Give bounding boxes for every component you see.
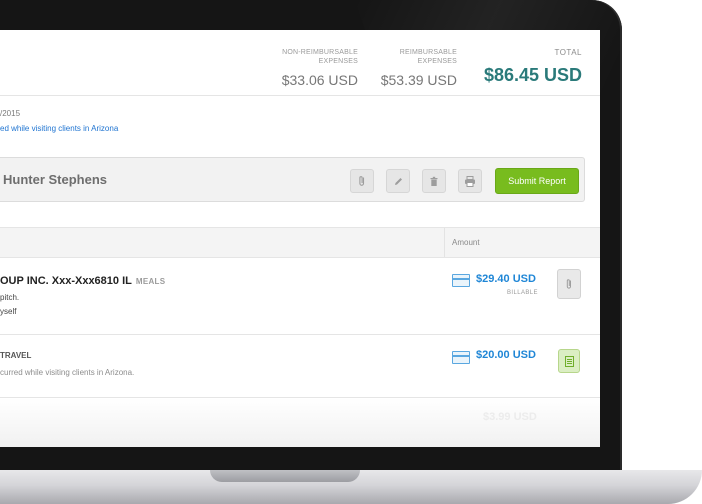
expense-comment-line-1: curred while visiting clients in Arizona… (0, 368, 135, 377)
print-button[interactable] (458, 169, 482, 193)
attach-button[interactable] (350, 169, 374, 193)
non-reimbursable-label-2: EXPENSES (318, 58, 358, 65)
amount-column-header[interactable]: Amount (452, 238, 480, 247)
report-toolbar: Hunter Stephens Submit Report (0, 157, 585, 202)
pencil-icon (394, 177, 402, 185)
receipt-icon (564, 355, 574, 367)
paperclip-icon (359, 176, 365, 186)
expense-category-label: TRAVEL (0, 351, 32, 360)
total-summary: TOTAL $86.45 USD (470, 48, 582, 86)
report-description[interactable]: ed while visiting clients in Arizona (0, 124, 118, 133)
printer-icon (465, 175, 475, 187)
expense-table-header: Amount (0, 227, 600, 258)
total-amount: $86.45 USD (483, 65, 582, 85)
credit-card-icon (452, 274, 470, 287)
reimbursable-label-2: EXPENSES (417, 58, 457, 65)
summary-divider (0, 95, 600, 96)
reimbursable-label-1: REIMBURSABLE (399, 49, 457, 56)
expense-comment-line-2: yself (0, 307, 17, 316)
total-label: TOTAL (554, 48, 582, 57)
expense-comment-line-1: pitch. (0, 293, 20, 302)
expense-amount: $29.40 USD (476, 273, 536, 285)
expense-amount: $3.99 USD (483, 411, 537, 423)
app-screen: NON-REIMBURSABLE EXPENSES $33.06 USD REI… (0, 30, 600, 447)
table-row[interactable]: $3.99 USD (0, 398, 600, 447)
edit-button[interactable] (386, 169, 410, 193)
laptop-notch (210, 470, 360, 482)
delete-button[interactable] (422, 169, 446, 193)
report-date: /2015 (0, 109, 21, 118)
reimbursable-summary: REIMBURSABLE EXPENSES $53.39 USD (375, 48, 457, 88)
expense-amount: $20.00 USD (476, 349, 536, 361)
table-row[interactable]: TRAVEL curred while visiting clients in … (0, 335, 600, 397)
expense-merchant: OUP INC. Xxx-Xxx6810 IL MEALS (0, 275, 165, 287)
submit-report-button[interactable]: Submit Report (495, 168, 579, 194)
reimbursable-amount: $53.39 USD (380, 72, 457, 88)
trash-icon (430, 176, 438, 186)
receipt-view-button[interactable] (558, 349, 580, 373)
table-row[interactable]: OUP INC. Xxx-Xxx6810 IL MEALS pitch. ysel… (0, 257, 600, 334)
credit-card-icon (452, 351, 470, 364)
non-reimbursable-label-1: NON-REIMBURSABLE (282, 49, 358, 56)
expense-category: MEALS (135, 277, 166, 286)
expense-merchant-text: OUP INC. Xxx-Xxx6810 IL (0, 275, 132, 287)
non-reimbursable-summary: NON-REIMBURSABLE EXPENSES $33.06 USD (270, 48, 358, 88)
expense-summary: NON-REIMBURSABLE EXPENSES $33.06 USD REI… (0, 30, 600, 96)
billable-tag: BILLABLE (507, 290, 538, 296)
non-reimbursable-amount: $33.06 USD (281, 72, 358, 88)
paperclip-icon (566, 279, 571, 289)
amount-column-divider (444, 228, 445, 257)
receipt-attach-button[interactable] (557, 269, 581, 299)
report-owner: Hunter Stephens (3, 172, 108, 187)
